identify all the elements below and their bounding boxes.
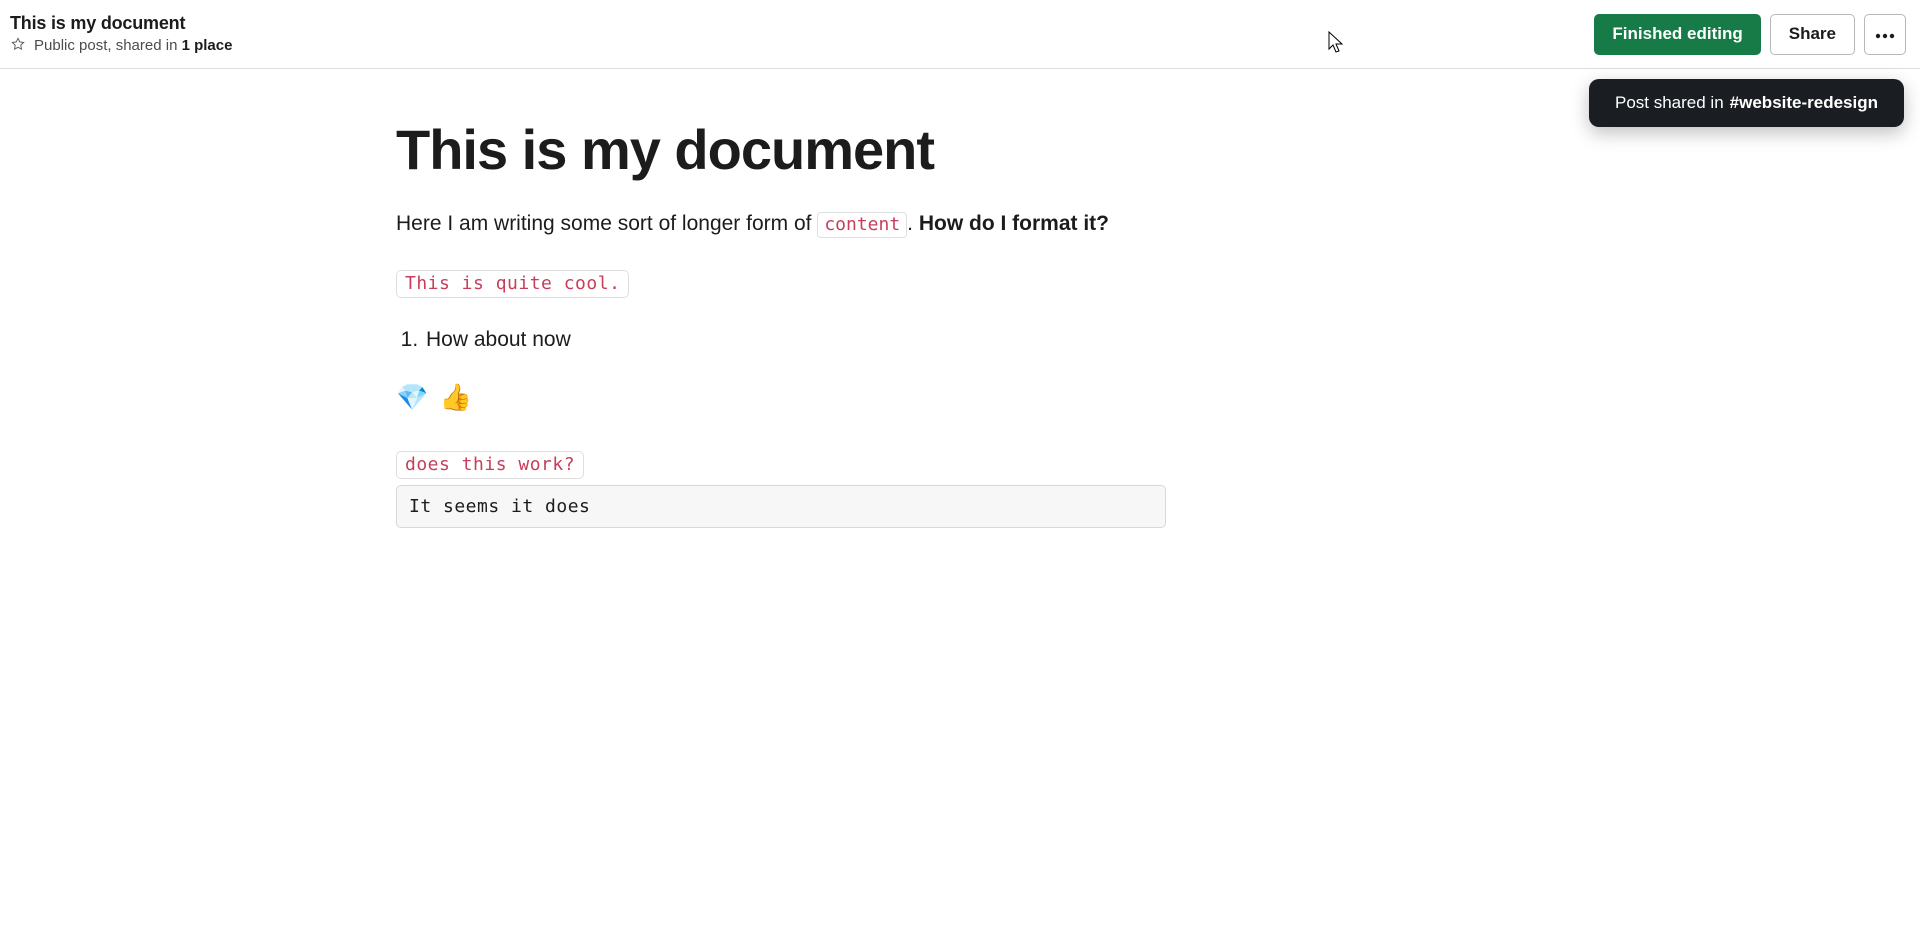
- subline-text: Public post, shared in 1 place: [34, 37, 232, 54]
- share-button[interactable]: Share: [1770, 14, 1855, 55]
- more-icon: [1875, 24, 1895, 44]
- code-block-2[interactable]: does this work?: [396, 451, 584, 479]
- share-toast: Post shared in #website-redesign: [1589, 79, 1904, 127]
- paragraph-1[interactable]: Here I am writing some sort of longer fo…: [396, 208, 1166, 240]
- doc-subline: Public post, shared in 1 place: [10, 36, 232, 56]
- toast-text: Post shared in: [1615, 93, 1724, 113]
- doc-title-small: This is my document: [10, 13, 232, 34]
- more-actions-button[interactable]: [1864, 14, 1906, 55]
- header-bar: This is my document Public post, shared …: [0, 0, 1920, 69]
- doc-h1[interactable]: This is my document: [396, 117, 1166, 182]
- document[interactable]: This is my document Here I am writing so…: [396, 69, 1166, 528]
- title-block: This is my document Public post, shared …: [10, 13, 232, 56]
- inline-code[interactable]: content: [817, 212, 907, 238]
- code-block-1[interactable]: This is quite cool.: [396, 270, 629, 298]
- toast-channel: #website-redesign: [1730, 93, 1878, 113]
- quote-block[interactable]: It seems it does: [396, 485, 1166, 528]
- ordered-list[interactable]: How about now: [396, 328, 1166, 352]
- finished-editing-button[interactable]: Finished editing: [1594, 14, 1760, 55]
- emoji-row[interactable]: 💎 👍: [396, 382, 1166, 413]
- list-item[interactable]: How about now: [424, 328, 1166, 352]
- star-icon[interactable]: [10, 36, 26, 56]
